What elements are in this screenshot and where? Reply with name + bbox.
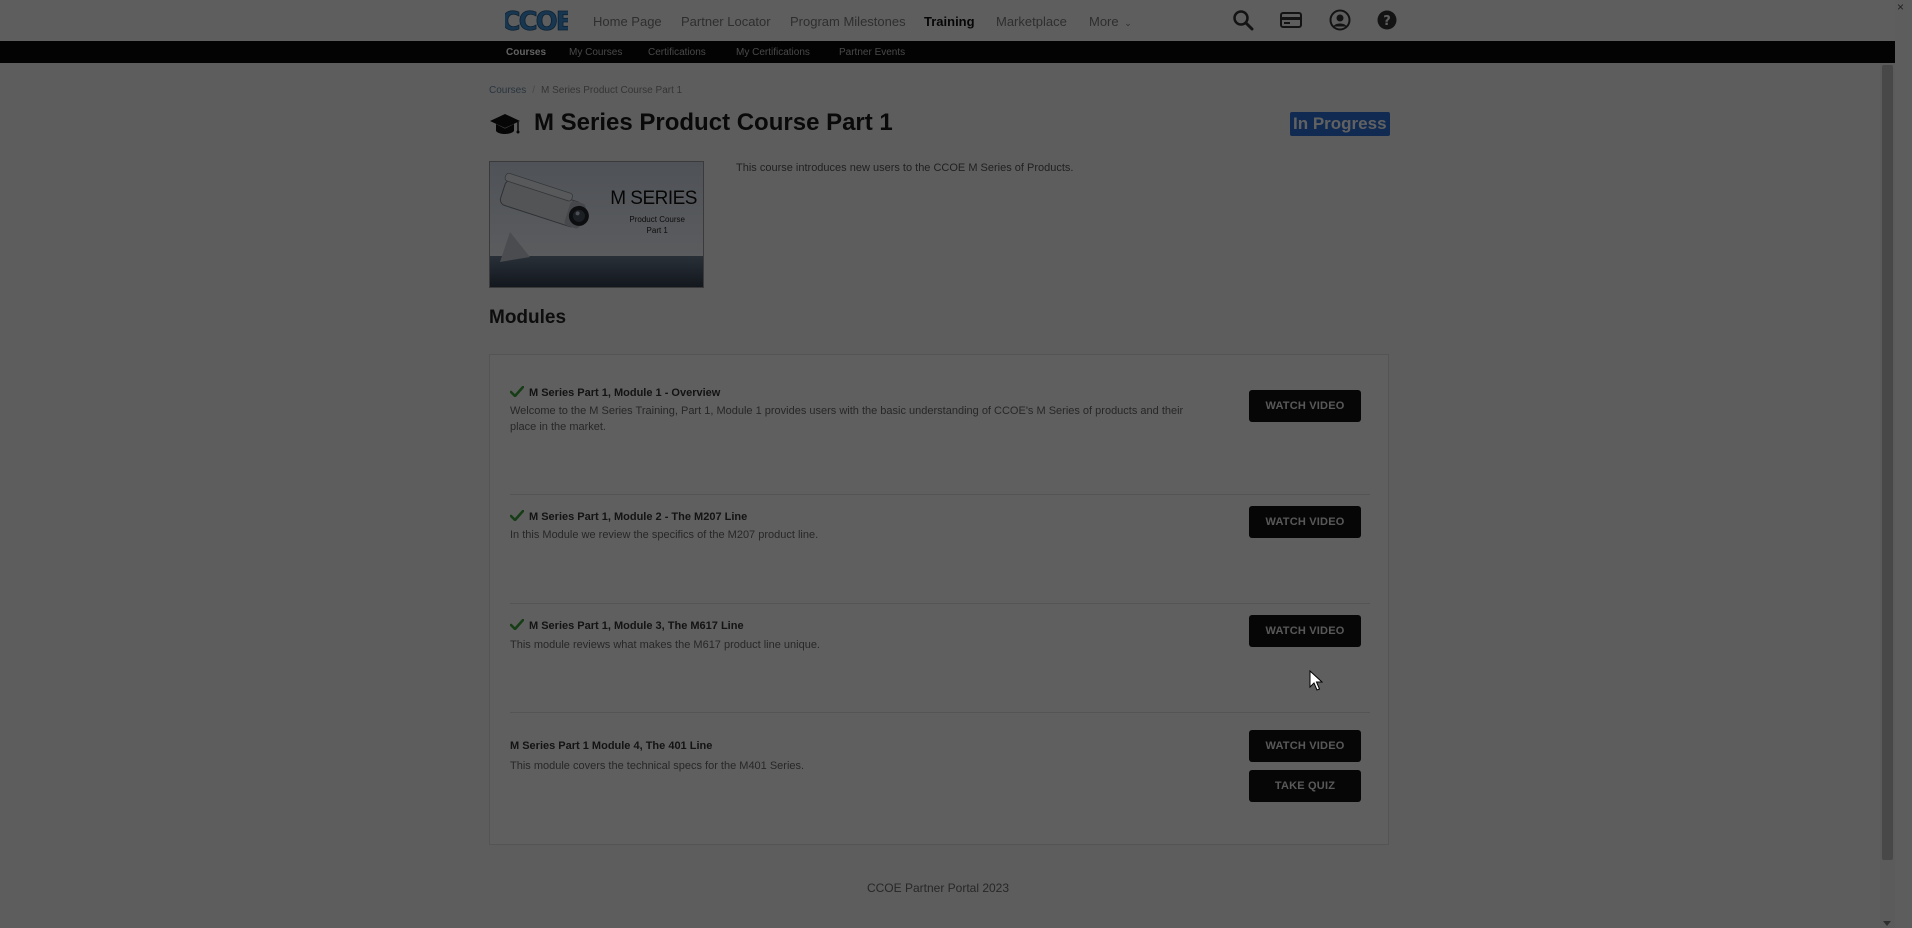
sub-navigation: Courses My Courses Certifications My Cer… [0, 41, 1895, 63]
nav-program-milestones[interactable]: Program Milestones [790, 14, 906, 29]
module-title: M Series Part 1 Module 4, The 401 Line [510, 740, 712, 752]
scroll-down-arrow-icon[interactable] [1883, 921, 1891, 926]
checkmark-icon [510, 386, 524, 397]
footer-text: CCOE Partner Portal 2023 [866, 881, 1010, 895]
ccoe-logo[interactable]: CCOE [501, 4, 574, 37]
module-description: Welcome to the M Series Training, Part 1… [510, 405, 1184, 433]
watch-video-button[interactable]: WATCH VIDEO [1249, 615, 1361, 647]
svg-text:?: ? [1383, 14, 1391, 29]
status-badge: In Progress [1290, 112, 1390, 136]
module-description: In this Module we review the specifics o… [510, 529, 819, 541]
nav-training[interactable]: Training [924, 14, 975, 29]
search-icon[interactable] [1232, 9, 1254, 31]
modules-heading: Modules [489, 307, 567, 328]
nav-marketplace[interactable]: Marketplace [996, 14, 1067, 29]
close-icon[interactable]: × [1897, 0, 1904, 14]
watch-video-button[interactable]: WATCH VIDEO [1249, 730, 1361, 762]
card-icon[interactable] [1280, 9, 1302, 31]
user-icon[interactable] [1329, 9, 1351, 31]
watch-video-button[interactable]: WATCH VIDEO [1249, 506, 1361, 538]
module-item-2: M Series Part 1, Module 2 - The M207 Lin… [510, 506, 1370, 590]
help-icon[interactable]: ? [1376, 9, 1398, 31]
nav-more[interactable]: More ⌄ [1089, 14, 1132, 29]
subnav-my-courses[interactable]: My Courses [569, 47, 622, 58]
watch-video-button[interactable]: WATCH VIDEO [1249, 390, 1361, 422]
module-title-text: M Series Part 1, Module 1 - Overview [529, 387, 721, 399]
module-divider [510, 712, 1370, 713]
logo-graphic: CCOE [501, 4, 574, 37]
breadcrumb-separator: / [532, 85, 536, 96]
breadcrumb: Courses / M Series Product Course Part 1 [489, 85, 682, 96]
module-item-1: M Series Part 1, Module 1 - Overview Wel… [510, 386, 1370, 476]
graduation-cap-icon [489, 112, 521, 138]
svg-text:CCOE: CCOE [505, 7, 568, 37]
chevron-down-icon: ⌄ [1124, 18, 1132, 28]
page: CCOE Home Page Partner Locator Program M… [0, 0, 1912, 928]
checkmark-icon [510, 510, 524, 521]
module-title-text: M Series Part 1, Module 3, The M617 Line [529, 620, 744, 632]
course-thumbnail: M SERIES Product Course Part 1 [489, 161, 704, 288]
page-scrollbar[interactable] [1880, 63, 1895, 928]
thumbnail-subtitle-line-2: Part 1 [646, 226, 668, 235]
subnav-my-certifications[interactable]: My Certifications [736, 47, 810, 58]
module-divider [510, 494, 1370, 495]
module-title: M Series Part 1, Module 1 - Overview [510, 386, 720, 399]
module-description: This module covers the technical specs f… [510, 760, 805, 772]
course-description: This course introduces new users to the … [736, 162, 1074, 174]
thumbnail-subtitle: Product Course Part 1 [629, 214, 685, 236]
module-title-text: M Series Part 1 Module 4, The 401 Line [510, 740, 713, 752]
module-divider [510, 603, 1370, 604]
module-title: M Series Part 1, Module 3, The M617 Line [510, 619, 744, 632]
breadcrumb-courses[interactable]: Courses [489, 85, 526, 96]
take-quiz-button[interactable]: TAKE QUIZ [1249, 770, 1361, 802]
module-item-3: M Series Part 1, Module 3, The M617 Line… [510, 615, 1370, 699]
module-description: This module reviews what makes the M617 … [510, 639, 820, 651]
thumbnail-title: M SERIES [610, 188, 697, 209]
page-title: M Series Product Course Part 1 [534, 109, 893, 136]
module-title-text: M Series Part 1, Module 2 - The M207 Lin… [529, 511, 748, 523]
module-title: M Series Part 1, Module 2 - The M207 Lin… [510, 510, 747, 523]
module-item-4: M Series Part 1 Module 4, The 401 Line T… [510, 730, 1370, 830]
nav-home-page[interactable]: Home Page [593, 14, 662, 29]
scrollbar-thumb[interactable] [1882, 65, 1893, 860]
subnav-partner-events[interactable]: Partner Events [839, 47, 905, 58]
subnav-courses[interactable]: Courses [506, 47, 546, 58]
top-navigation: CCOE Home Page Partner Locator Program M… [0, 0, 1895, 48]
nav-more-label: More [1089, 14, 1119, 29]
checkmark-icon [510, 619, 524, 630]
breadcrumb-current: M Series Product Course Part 1 [541, 85, 683, 96]
nav-partner-locator[interactable]: Partner Locator [681, 14, 771, 29]
modules-panel: M Series Part 1, Module 1 - Overview Wel… [489, 354, 1389, 845]
thumbnail-subtitle-line-1: Product Course [629, 215, 685, 224]
subnav-certifications[interactable]: Certifications [648, 47, 706, 58]
